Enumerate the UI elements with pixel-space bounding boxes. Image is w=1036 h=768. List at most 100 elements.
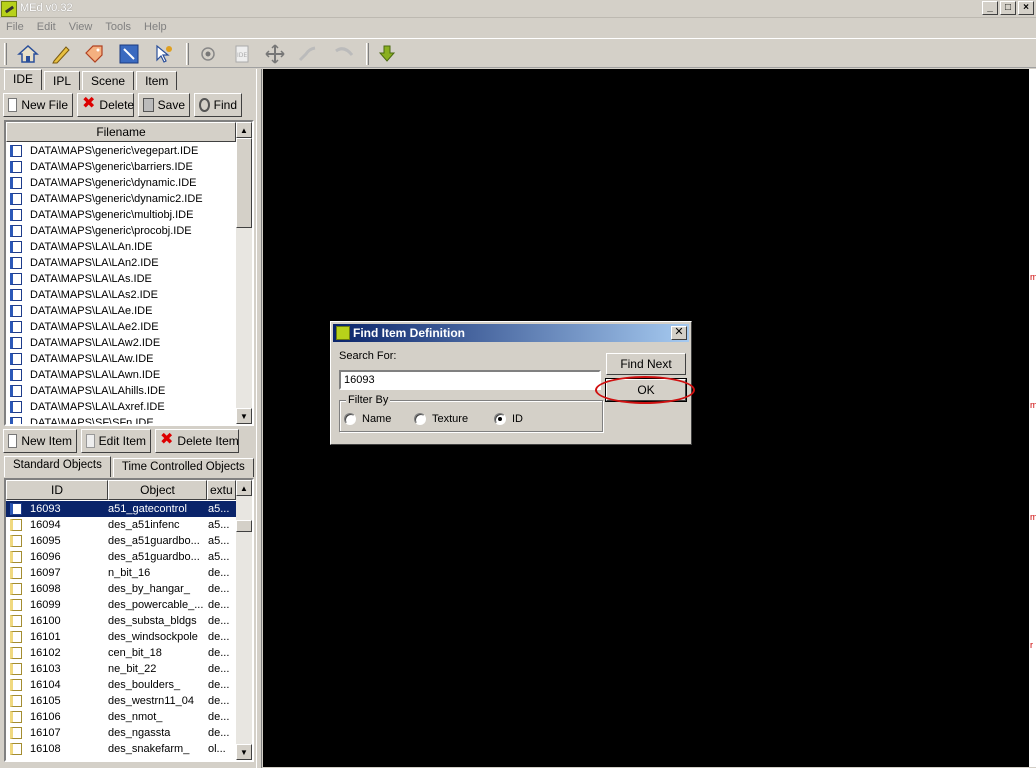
scroll-down-icon[interactable]: ▼	[236, 408, 252, 424]
file-list-item[interactable]: DATA\MAPS\LA\LAe2.IDE	[6, 319, 236, 335]
new-item-button[interactable]: New Item	[3, 429, 77, 453]
file-list-item[interactable]: DATA\MAPS\LA\LAw2.IDE	[6, 335, 236, 351]
object-table-row[interactable]: 16096 des_a51guardbo... a5...	[6, 549, 236, 565]
circle-icon[interactable]	[194, 41, 222, 67]
home-icon[interactable]	[14, 41, 42, 67]
scroll-thumb[interactable]	[236, 138, 252, 228]
extu-column-header[interactable]: extu	[207, 480, 236, 500]
object-table-row[interactable]: 16100 des_substa_bldgs de...	[6, 613, 236, 629]
right-edge-mark: m	[1030, 512, 1036, 522]
tag-icon[interactable]	[80, 41, 108, 67]
filter-id-radio[interactable]: ID	[494, 413, 523, 425]
object-table-row[interactable]: 16098 des_by_hangar_ de...	[6, 581, 236, 597]
object-table-row[interactable]: 16093 a51_gatecontrol a5...	[6, 501, 236, 517]
find-next-button[interactable]: Find Next	[606, 353, 686, 375]
pencil-icon[interactable]	[47, 41, 75, 67]
scale-icon[interactable]	[330, 41, 358, 67]
file-list-item[interactable]: DATA\MAPS\LA\LAe.IDE	[6, 303, 236, 319]
ide-file-icon	[10, 353, 22, 365]
ide-file-icon	[10, 177, 22, 189]
file-list-item[interactable]: DATA\MAPS\LA\LAhills.IDE	[6, 383, 236, 399]
pointer-icon[interactable]	[150, 41, 178, 67]
object-list[interactable]: ID Object extu 16093 a51_gatecontrol a5...…	[4, 478, 254, 762]
file-list-item[interactable]: DATA\MAPS\LA\LAs2.IDE	[6, 287, 236, 303]
file-list-item[interactable]: DATA\MAPS\generic\barriers.IDE	[6, 159, 236, 175]
object-table-row[interactable]: 16107 des_ngassta de...	[6, 725, 236, 741]
object-file-icon	[10, 711, 22, 723]
menu-edit[interactable]: Edit	[31, 18, 63, 38]
filter-name-radio[interactable]: Name	[344, 413, 391, 425]
dialog-title-bar[interactable]: Find Item Definition ✕	[333, 324, 689, 342]
tab-scene[interactable]: Scene	[82, 71, 135, 90]
delete-file-button[interactable]: ✖ Delete	[77, 93, 134, 117]
file-list-item[interactable]: DATA\MAPS\LA\LAxref.IDE	[6, 399, 236, 415]
id-column-header[interactable]: ID	[6, 480, 108, 500]
tab-time-controlled-objects[interactable]: Time Controlled Objects	[112, 458, 254, 477]
object-table-row[interactable]: 16105 des_westrn11_04 de...	[6, 693, 236, 709]
move-icon[interactable]	[261, 41, 289, 67]
file-list-item[interactable]: DATA\MAPS\generic\procobj.IDE	[6, 223, 236, 239]
file-list-scrollbar[interactable]: ▲ ▼	[236, 122, 252, 424]
ide-icon[interactable]: IDE	[228, 41, 256, 67]
menu-file[interactable]: File	[0, 18, 31, 38]
delete-item-button[interactable]: ✖ Delete Item	[155, 429, 239, 453]
download-arrow-icon[interactable]	[373, 41, 401, 67]
toolbar-grip[interactable]	[4, 43, 7, 65]
object-file-icon	[10, 743, 22, 755]
file-list-item[interactable]: DATA\MAPS\generic\vegepart.IDE	[6, 143, 236, 159]
object-table-row[interactable]: 16108 des_snakefarm_ ol...	[6, 741, 236, 757]
ide-file-icon	[10, 417, 22, 424]
dialog-close-button[interactable]: ✕	[671, 326, 687, 340]
file-list[interactable]: Filename DATA\MAPS\generic\vegepart.IDE D…	[4, 120, 254, 426]
delete-x-icon: ✖	[82, 95, 96, 112]
new-file-button[interactable]: New File	[3, 93, 73, 117]
tab-ipl[interactable]: IPL	[44, 71, 81, 90]
select-icon[interactable]	[115, 41, 143, 67]
object-table-row[interactable]: 16094 des_a51infenc a5...	[6, 517, 236, 533]
file-list-item[interactable]: DATA\MAPS\LA\LAn2.IDE	[6, 255, 236, 271]
item-buttons: New Item Edit Item ✖ Delete Item	[3, 429, 239, 453]
object-table-row[interactable]: 16104 des_boulders_ de...	[6, 677, 236, 693]
filter-texture-radio[interactable]: Texture	[414, 413, 468, 425]
object-table-row[interactable]: 16101 des_windsockpole de...	[6, 629, 236, 645]
object-table-row[interactable]: 16099 des_powercable_... de...	[6, 597, 236, 613]
ide-file-icon	[10, 145, 22, 157]
rotate-icon[interactable]	[294, 41, 322, 67]
file-list-item[interactable]: DATA\MAPS\generic\dynamic2.IDE	[6, 191, 236, 207]
object-table-row[interactable]: 16106 des_nmot_ de...	[6, 709, 236, 725]
object-table-row[interactable]: 16103 ne_bit_22 de...	[6, 661, 236, 677]
tab-item[interactable]: Item	[136, 71, 178, 90]
scroll-thumb[interactable]	[236, 520, 252, 532]
panel-splitter[interactable]	[256, 69, 262, 768]
scroll-down-icon[interactable]: ▼	[236, 744, 252, 760]
edit-item-button[interactable]: Edit Item	[81, 429, 151, 453]
object-list-scrollbar[interactable]: ▲ ▼	[236, 480, 252, 760]
object-column-header[interactable]: Object	[108, 480, 207, 500]
save-button[interactable]: Save	[138, 93, 190, 117]
left-tabs: IDE IPL Scene Item	[4, 69, 179, 91]
menu-tools[interactable]: Tools	[99, 18, 138, 38]
menu-view[interactable]: View	[63, 18, 100, 38]
minimize-button[interactable]: _	[982, 1, 998, 15]
object-table-row[interactable]: 16097 n_bit_16 de...	[6, 565, 236, 581]
tab-ide[interactable]: IDE	[4, 69, 43, 90]
file-list-item[interactable]: DATA\MAPS\LA\LAw.IDE	[6, 351, 236, 367]
object-table-row[interactable]: 16095 des_a51guardbo... a5...	[6, 533, 236, 549]
file-list-item[interactable]: DATA\MAPS\SF\SFn.IDE	[6, 415, 236, 424]
search-input[interactable]	[339, 370, 601, 390]
object-table-row[interactable]: 16102 cen_bit_18 de...	[6, 645, 236, 661]
file-list-item[interactable]: DATA\MAPS\generic\multiobj.IDE	[6, 207, 236, 223]
file-list-item[interactable]: DATA\MAPS\LA\LAn.IDE	[6, 239, 236, 255]
tab-standard-objects[interactable]: Standard Objects	[4, 456, 111, 477]
maximize-button[interactable]: □	[1000, 1, 1016, 15]
file-list-item[interactable]: DATA\MAPS\generic\dynamic.IDE	[6, 175, 236, 191]
scroll-up-icon[interactable]: ▲	[236, 122, 252, 138]
find-button[interactable]: Find	[194, 93, 242, 117]
file-list-item[interactable]: DATA\MAPS\LA\LAs.IDE	[6, 271, 236, 287]
object-file-icon	[10, 663, 22, 675]
filename-column-header[interactable]: Filename	[6, 122, 236, 142]
file-list-item[interactable]: DATA\MAPS\LA\LAwn.IDE	[6, 367, 236, 383]
scroll-up-icon[interactable]: ▲	[236, 480, 252, 496]
close-button[interactable]: ×	[1018, 1, 1034, 15]
menu-help[interactable]: Help	[138, 18, 174, 38]
